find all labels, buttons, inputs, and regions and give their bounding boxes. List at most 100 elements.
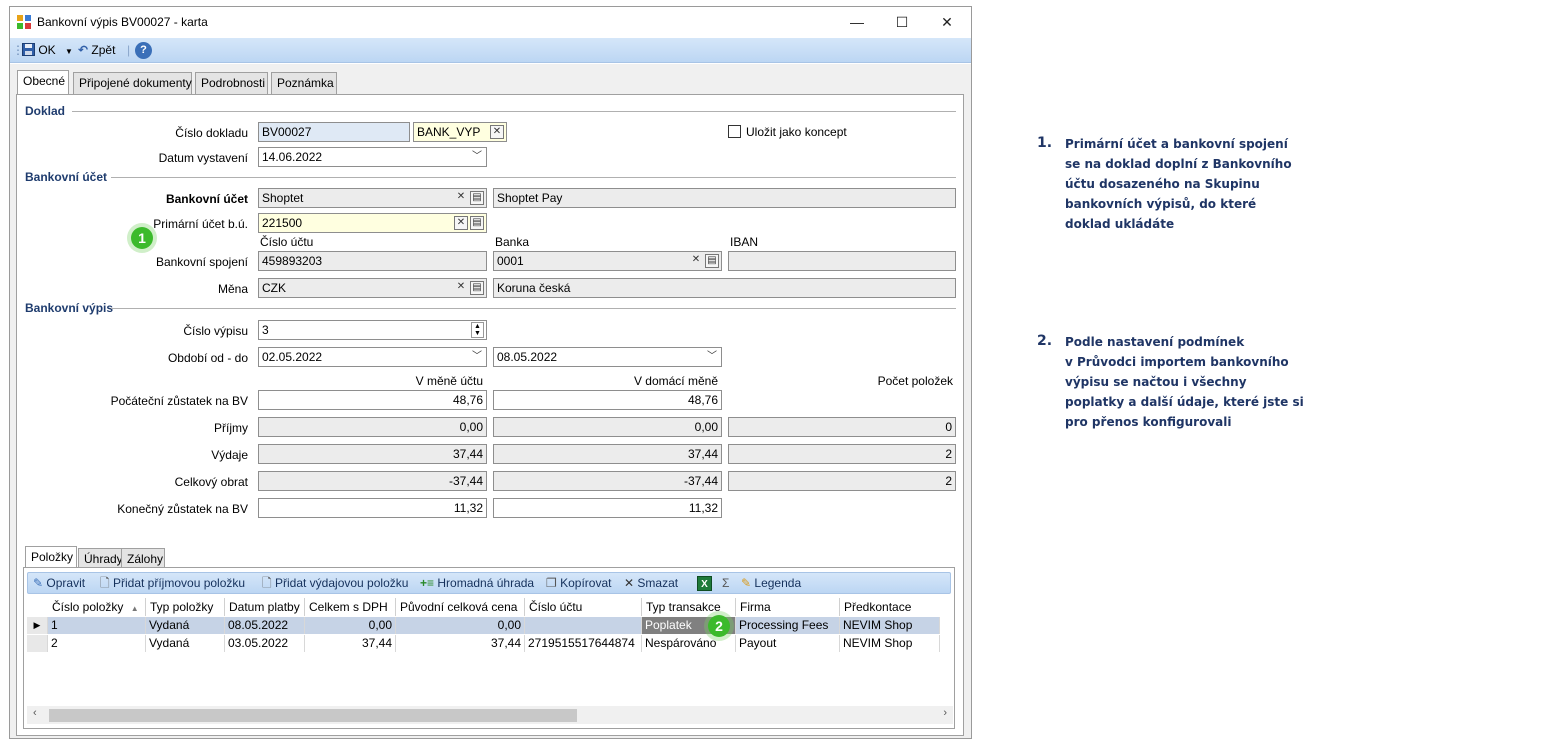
- copy-button[interactable]: ❐ Kopírovat: [546, 575, 611, 592]
- form-area: Obecné Připojené dokumenty Podrobnosti P…: [10, 64, 971, 738]
- clear-icon[interactable]: ✕: [454, 191, 468, 205]
- lookup-icon[interactable]: ▤: [470, 216, 484, 230]
- clear-icon[interactable]: ✕: [454, 281, 468, 295]
- iban-header: IBAN: [730, 235, 759, 249]
- column-header-company[interactable]: Firma: [736, 598, 840, 616]
- currency-field[interactable]: CZK ✕ ▤: [258, 278, 487, 298]
- legend-button[interactable]: ✎ Legenda: [741, 575, 801, 592]
- tab-general[interactable]: Obecné: [17, 70, 69, 94]
- copy-label: Kopírovat: [560, 576, 612, 590]
- excel-export-icon[interactable]: X: [697, 576, 712, 591]
- column-header-total-vat[interactable]: Celkem s DPH: [305, 598, 396, 616]
- ok-button[interactable]: OK ▼: [22, 42, 73, 59]
- bulk-payment-label: Hromadná úhrada: [437, 576, 535, 590]
- clear-icon[interactable]: ✕: [490, 125, 504, 139]
- column-header-label: Číslo položky: [52, 600, 124, 614]
- account-number-header: Číslo účtu: [260, 235, 314, 249]
- opening-balance-account[interactable]: 48,76: [258, 390, 487, 410]
- close-button[interactable]: ✕: [925, 11, 969, 33]
- note-1-text: Primární účet a bankovní spojení se na d…: [1065, 137, 1292, 231]
- section-statement-title: Bankovní výpis: [25, 301, 114, 315]
- bank-account-field[interactable]: Shoptet ✕ ▤: [258, 188, 487, 208]
- minimize-button[interactable]: —: [835, 11, 879, 33]
- statement-number-stepper[interactable]: 3 ▲ ▼: [258, 320, 487, 340]
- add-expense-label: Přidat výdajovou položku: [275, 576, 409, 590]
- issue-date-picker[interactable]: 14.06.2022 ﹀: [258, 147, 487, 167]
- document-series-field[interactable]: BANK_VYP ✕: [413, 122, 507, 142]
- expenses-label: Výdaje: [211, 448, 248, 462]
- add-income-button[interactable]: 🗋 Přidat příjmovou položku: [100, 575, 245, 592]
- tab-details[interactable]: Podrobnosti: [195, 72, 268, 94]
- lookup-icon[interactable]: ▤: [470, 281, 484, 295]
- scrollbar-thumb[interactable]: [49, 709, 577, 722]
- add-expense-button[interactable]: 🗋 Přidat výdajovou položku: [262, 575, 408, 592]
- delete-button[interactable]: ✕ Smazat: [624, 575, 678, 592]
- period-to-picker[interactable]: 08.05.2022 ﹀: [493, 347, 722, 367]
- scroll-left-icon[interactable]: ‹: [33, 707, 37, 719]
- lookup-icon[interactable]: ▤: [470, 191, 484, 205]
- chevron-down-icon[interactable]: ﹀: [707, 348, 717, 366]
- delete-icon: ✕: [624, 576, 635, 590]
- column-header-item-type[interactable]: Typ položky: [146, 598, 225, 616]
- sum-button[interactable]: Σ: [722, 575, 729, 592]
- section-divider: [72, 111, 956, 112]
- table-cell: [525, 617, 642, 634]
- column-header-transaction-type[interactable]: Typ transakce: [642, 598, 736, 616]
- title-bar[interactable]: Bankovní výpis BV00027 - karta — ☐ ✕: [10, 7, 971, 37]
- turnover-home: -37,44: [493, 471, 722, 491]
- draft-checkbox[interactable]: [728, 125, 741, 138]
- help-icon[interactable]: ?: [135, 42, 152, 59]
- column-header-payment-date[interactable]: Datum platby: [225, 598, 305, 616]
- window-title: Bankovní výpis BV00027 - karta: [37, 15, 208, 29]
- edit-button[interactable]: ✎ Opravit: [33, 575, 85, 592]
- chevron-down-icon[interactable]: ﹀: [472, 348, 482, 366]
- back-button[interactable]: ↶ Zpět: [78, 42, 115, 59]
- statement-number-value: 3: [262, 323, 269, 337]
- scroll-right-icon[interactable]: ›: [943, 707, 947, 719]
- bulk-payment-button[interactable]: +≡ Hromadná úhrada: [420, 575, 534, 592]
- ok-dropdown-icon[interactable]: ▼: [65, 47, 73, 56]
- tab-note[interactable]: Poznámka: [271, 72, 337, 94]
- expenses-account: 37,44: [258, 444, 487, 464]
- horizontal-scrollbar[interactable]: ‹ ›: [27, 706, 953, 724]
- column-header-item-number[interactable]: Číslo položky ▲: [48, 598, 146, 616]
- column-header-original-price[interactable]: Původní celková cena: [396, 598, 525, 616]
- edit-icon: ✎: [33, 576, 44, 590]
- currency-code-value: CZK: [262, 281, 286, 295]
- general-tab-panel: Doklad Číslo dokladu BV00027 BANK_VYP ✕ …: [16, 94, 964, 736]
- table-cell: 0,00: [396, 617, 525, 634]
- table-cell: Payout: [736, 635, 840, 652]
- chevron-down-icon[interactable]: ﹀: [472, 148, 482, 166]
- clear-icon[interactable]: ✕: [454, 216, 468, 230]
- expenses-home: 37,44: [493, 444, 722, 464]
- column-header-pre-assignment[interactable]: Předkontace: [840, 598, 940, 616]
- income-count: 0: [728, 417, 956, 437]
- table-cell: Vydaná: [146, 617, 225, 634]
- lookup-icon[interactable]: ▤: [705, 254, 719, 268]
- document-icon: 🗋: [262, 576, 272, 590]
- note-2-text: Podle nastavení podmínek v Průvodci impo…: [1065, 335, 1304, 429]
- table-cell: 37,44: [396, 635, 525, 652]
- tab-advances[interactable]: Zálohy: [121, 548, 165, 569]
- tab-payments[interactable]: Úhrady: [78, 548, 123, 569]
- tab-items[interactable]: Položky: [25, 546, 77, 569]
- column-header-account-number[interactable]: Číslo účtu: [525, 598, 642, 616]
- stepper-arrows-icon[interactable]: ▲ ▼: [471, 322, 484, 338]
- maximize-button[interactable]: ☐: [880, 11, 924, 33]
- bank-code-field[interactable]: 0001 ✕ ▤: [493, 251, 722, 271]
- primary-account-field[interactable]: 221500 ✕ ▤: [258, 213, 487, 233]
- closing-balance-home[interactable]: 11,32: [493, 498, 722, 518]
- clear-icon[interactable]: ✕: [689, 254, 703, 268]
- items-grid-panel: ✎ Opravit 🗋 Přidat příjmovou položku 🗋 P…: [23, 567, 955, 729]
- table-cell: 0,00: [305, 617, 396, 634]
- iban-field: [728, 251, 956, 271]
- period-from-picker[interactable]: 02.05.2022 ﹀: [258, 347, 487, 367]
- currency-name-field: Koruna česká: [493, 278, 956, 298]
- section-divider: [111, 308, 956, 309]
- document-number-field[interactable]: BV00027: [258, 122, 410, 142]
- opening-balance-home[interactable]: 48,76: [493, 390, 722, 410]
- tab-attached-documents[interactable]: Připojené dokumenty: [73, 72, 192, 94]
- ok-label: OK: [38, 43, 56, 57]
- closing-balance-account[interactable]: 11,32: [258, 498, 487, 518]
- expenses-count: 2: [728, 444, 956, 464]
